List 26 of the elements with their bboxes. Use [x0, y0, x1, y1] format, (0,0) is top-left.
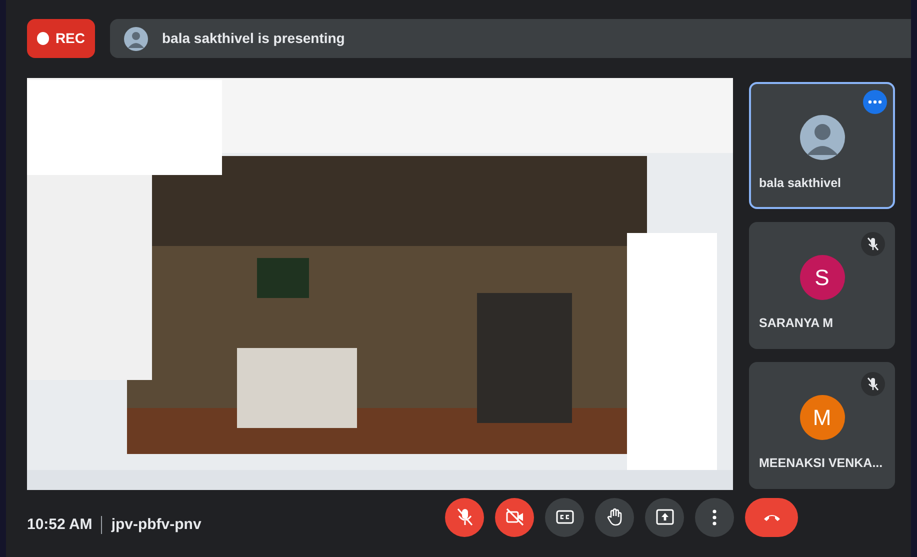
camera-button[interactable] [495, 498, 534, 536]
microphone-off-icon [454, 507, 474, 527]
avatar-icon [800, 115, 844, 160]
more-options-button[interactable] [695, 498, 734, 536]
meeting-code: jpv-pbfv-pnv [111, 514, 202, 535]
record-button[interactable]: REC [27, 19, 95, 58]
participant-name: SARANYA M [759, 315, 834, 332]
more-options-icon [868, 100, 882, 104]
meeting-time: 10:52 AM [27, 514, 92, 535]
camera-off-icon [504, 507, 524, 527]
presenter-text: bala sakthivel is presenting [162, 29, 345, 48]
participant-name: bala sakthivel [759, 175, 841, 192]
avatar-icon [124, 26, 148, 50]
participant-name: MEENAKSI VENKA... [759, 455, 883, 472]
more-options-icon [712, 508, 717, 526]
avatar: M [800, 395, 844, 440]
end-call-button[interactable] [745, 498, 798, 536]
avatar: S [800, 255, 844, 300]
more-options-button[interactable] [863, 90, 887, 114]
present-screen-icon [654, 507, 674, 527]
raise-hand-button[interactable] [595, 498, 634, 536]
microphone-button[interactable] [445, 498, 484, 536]
hang-up-icon [764, 513, 780, 521]
present-button[interactable] [645, 498, 684, 536]
raise-hand-icon [604, 507, 624, 527]
captions-button[interactable] [545, 498, 584, 536]
